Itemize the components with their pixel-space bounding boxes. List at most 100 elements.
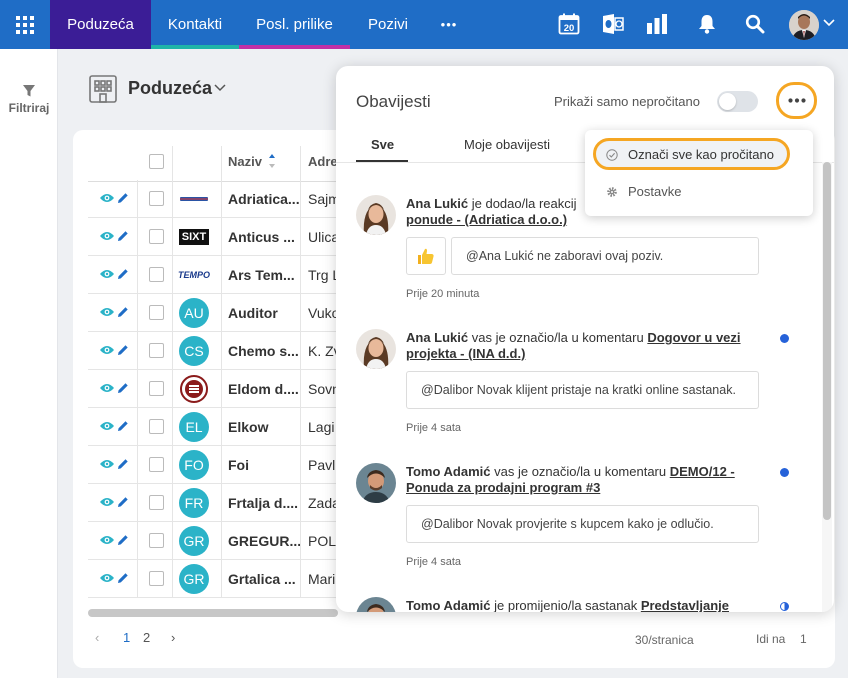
table-row[interactable]: TEMPO Ars Tem... Trg L [88, 256, 348, 294]
tab-kontakti[interactable]: Kontakti [151, 0, 239, 49]
table-row[interactable]: CS Chemo s... K. Zv [88, 332, 348, 370]
view-eye-icon[interactable] [99, 306, 115, 318]
view-eye-icon[interactable] [99, 344, 115, 356]
mark-all-read-label[interactable]: Označi sve kao pročitano [628, 147, 774, 162]
company-name[interactable]: GREGUR... [228, 533, 301, 549]
edit-pencil-icon[interactable] [117, 420, 129, 432]
row-checkbox[interactable] [149, 457, 164, 472]
view-eye-icon[interactable] [99, 230, 115, 242]
per-page-select[interactable]: 30/stranica [635, 633, 694, 647]
row-checkbox[interactable] [149, 267, 164, 282]
panel-scrollbar[interactable] [822, 162, 832, 612]
row-checkbox[interactable] [149, 305, 164, 320]
row-checkbox[interactable] [149, 191, 164, 206]
reports-chart-icon[interactable] [644, 11, 670, 37]
view-eye-icon[interactable] [99, 382, 115, 394]
edit-pencil-icon[interactable] [117, 496, 129, 508]
prev-page-icon[interactable]: ‹ [95, 630, 99, 645]
notifications-bell-icon[interactable] [694, 11, 720, 37]
edit-pencil-icon[interactable] [117, 382, 129, 394]
unread-dot[interactable] [780, 468, 789, 477]
company-name[interactable]: Auditor [228, 305, 278, 321]
edit-pencil-icon[interactable] [117, 458, 129, 470]
company-name[interactable]: Adriatica... [228, 191, 300, 207]
company-name[interactable]: Eldom d.... [228, 381, 299, 397]
tab-poslovne-prilike[interactable]: Posl. prilike [239, 0, 350, 49]
table-row[interactable]: Eldom d.... Sovn [88, 370, 348, 408]
edit-pencil-icon[interactable] [117, 306, 129, 318]
company-name[interactable]: Frtalja d.... [228, 495, 298, 511]
select-all-checkbox[interactable] [149, 154, 164, 169]
page-title[interactable]: Poduzeća [128, 78, 212, 99]
settings-menu-item[interactable]: Postavke [628, 184, 681, 199]
tab-sve[interactable]: Sve [371, 137, 394, 152]
notification-link[interactable]: projekta - (INA d.d.) [406, 346, 525, 361]
notification-user[interactable]: Tomo Adamić [406, 598, 491, 612]
table-row[interactable]: FO Foi Pavl [88, 446, 348, 484]
horizontal-scrollbar[interactable] [88, 609, 338, 617]
chevron-down-icon[interactable] [823, 19, 835, 27]
view-eye-icon[interactable] [99, 496, 115, 508]
notification-link[interactable]: Dogovor u vezi [647, 330, 740, 345]
view-eye-icon[interactable] [99, 458, 115, 470]
edit-pencil-icon[interactable] [117, 230, 129, 242]
next-page-icon[interactable]: › [171, 630, 175, 645]
view-eye-icon[interactable] [99, 268, 115, 280]
company-name[interactable]: Foi [228, 457, 249, 473]
unread-dot[interactable] [780, 334, 789, 343]
view-eye-icon[interactable] [99, 192, 115, 204]
edit-pencil-icon[interactable] [117, 572, 129, 584]
tab-poduzeca[interactable]: Poduzeća [50, 0, 151, 49]
row-checkbox[interactable] [149, 381, 164, 396]
notification-link[interactable]: Predstavljanje [641, 598, 729, 612]
column-header-naziv[interactable]: Naziv [228, 154, 262, 169]
more-tabs-button[interactable]: ••• [426, 0, 472, 49]
apps-grid-icon[interactable] [0, 0, 50, 49]
table-row[interactable]: FR Frtalja d.... Zada [88, 484, 348, 522]
chevron-down-icon[interactable] [214, 84, 226, 92]
notification-user[interactable]: Ana Lukić [406, 330, 468, 345]
scrollbar-thumb[interactable] [823, 162, 831, 520]
user-avatar[interactable] [789, 10, 819, 40]
row-checkbox[interactable] [149, 533, 164, 548]
outlook-icon[interactable] [600, 11, 626, 37]
row-checkbox[interactable] [149, 343, 164, 358]
row-checkbox[interactable] [149, 571, 164, 586]
notification-link[interactable]: ponude - (Adriatica d.o.o.) [406, 212, 567, 227]
edit-pencil-icon[interactable] [117, 344, 129, 356]
table-row[interactable]: SIXT Anticus ... Ulica [88, 218, 348, 256]
unread-only-toggle[interactable] [717, 91, 758, 112]
edit-pencil-icon[interactable] [117, 534, 129, 546]
company-name[interactable]: Elkow [228, 419, 268, 435]
notification-link[interactable]: DEMO/12 - [670, 464, 735, 479]
half-read-dot[interactable] [780, 602, 789, 611]
column-header-adresa[interactable]: Adre [308, 154, 336, 169]
notification-link[interactable]: Ponuda za prodajni program #3 [406, 480, 600, 495]
page-2-link[interactable]: 2 [143, 630, 150, 645]
filter-button[interactable]: Filtriraj [5, 84, 53, 115]
view-eye-icon[interactable] [99, 572, 115, 584]
reaction-thumbs-up-icon[interactable] [406, 237, 446, 275]
table-row[interactable]: EL Elkow Lagi [88, 408, 348, 446]
table-row[interactable]: GR Grtalica ... Mari [88, 560, 348, 598]
search-icon[interactable] [742, 11, 768, 37]
tab-pozivi[interactable]: Pozivi [350, 0, 426, 49]
goto-page-input[interactable]: 1 [800, 632, 807, 646]
table-row[interactable]: GR GREGUR... POL [88, 522, 348, 560]
row-checkbox[interactable] [149, 495, 164, 510]
edit-pencil-icon[interactable] [117, 192, 129, 204]
tab-moje-obavijesti[interactable]: Moje obavijesti [464, 137, 550, 152]
row-checkbox[interactable] [149, 229, 164, 244]
table-row[interactable]: Adriatica... Sajm [88, 180, 348, 218]
notification-user[interactable]: Ana Lukić [406, 196, 468, 211]
notification-user[interactable]: Tomo Adamić [406, 464, 491, 479]
calendar-icon[interactable]: 20 [556, 11, 582, 37]
row-checkbox[interactable] [149, 419, 164, 434]
company-name[interactable]: Anticus ... [228, 229, 295, 245]
edit-pencil-icon[interactable] [117, 268, 129, 280]
view-eye-icon[interactable] [99, 420, 115, 432]
company-name[interactable]: Chemo s... [228, 343, 299, 359]
page-1-link[interactable]: 1 [123, 630, 130, 645]
company-name[interactable]: Grtalica ... [228, 571, 296, 587]
company-name[interactable]: Ars Tem... [228, 267, 295, 283]
